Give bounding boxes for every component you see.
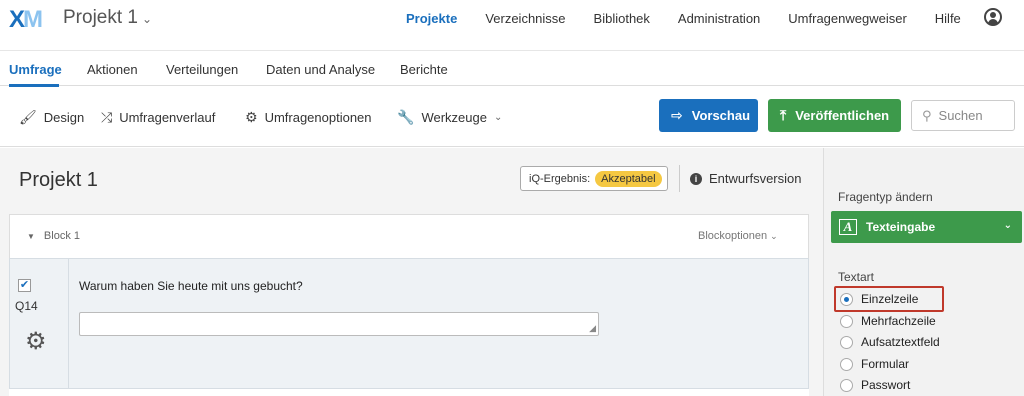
question-type-dropdown[interactable]: A Texteingabe ⌄ — [831, 211, 1022, 243]
block-name: Block 1 — [43, 230, 80, 242]
tab-berichte[interactable]: Berichte — [400, 62, 448, 77]
survey-title[interactable]: Projekt 1 — [19, 169, 98, 192]
flow-label: Umfragenverlauf — [119, 110, 216, 125]
question-text[interactable]: Warum haben Sie heute mit uns gebucht? — [79, 279, 303, 293]
question-number: Q14 — [15, 299, 38, 313]
gear-icon[interactable]: ⚙ — [25, 327, 47, 356]
wrench-icon: 🔧 — [397, 109, 415, 125]
main-nav: Projekte Verzeichnisse Bibliothek Admini… — [406, 11, 989, 26]
question-sidebar — [9, 258, 69, 389]
radio-mehrfachzeile[interactable]: Mehrfachzeile — [840, 314, 936, 328]
publish-icon: ⤒ — [780, 107, 787, 123]
block-options-label: Blockoptionen — [698, 230, 768, 242]
resize-grip-icon[interactable]: ◢ — [589, 323, 596, 334]
options-label: Umfragenoptionen — [264, 110, 372, 125]
radio-formular[interactable]: Formular — [840, 357, 909, 371]
nav-verzeichnisse[interactable]: Verzeichnisse — [485, 11, 565, 26]
chevron-down-icon: ⌄ — [493, 112, 503, 123]
search-input[interactable]: ⚲ Suchen — [911, 100, 1015, 131]
radio-aufsatztextfeld[interactable]: Aufsatztextfeld — [840, 335, 940, 349]
radio-button[interactable] — [840, 378, 853, 392]
top-bar: XM Projekt 1 ⌄ Projekte Verzeichnisse Bib… — [0, 0, 1024, 38]
nav-umfragenwegweiser[interactable]: Umfragenwegweiser — [788, 11, 907, 26]
radio-passwort[interactable]: Passwort — [840, 378, 910, 392]
survey-flow-button[interactable]: ⤮ Umfragenverlauf — [101, 109, 215, 126]
project-switcher[interactable]: Projekt 1 ⌄ — [63, 7, 152, 29]
nav-bibliothek[interactable]: Bibliothek — [594, 11, 650, 26]
radio-button[interactable] — [840, 357, 853, 371]
preview-label: Vorschau — [691, 108, 751, 123]
chevron-down-icon: ⌄ — [770, 231, 778, 241]
nav-hilfe[interactable]: Hilfe — [935, 11, 961, 26]
tools-dropdown[interactable]: 🔧 Werkzeuge ⌄ — [397, 109, 502, 126]
radio-button[interactable] — [840, 314, 853, 328]
project-title: Projekt 1 — [63, 7, 138, 28]
question-select-checkbox[interactable]: ✔ — [18, 279, 31, 292]
divider — [679, 165, 680, 192]
draft-label: Entwurfsversion — [709, 171, 802, 186]
text-entry-icon: A — [839, 219, 857, 235]
paintbrush-icon: 🖌 — [19, 109, 37, 125]
preview-icon: ⇨ — [671, 107, 683, 123]
search-icon: ⚲ — [922, 107, 932, 123]
preview-button[interactable]: ⇨ Vorschau — [659, 99, 758, 132]
tab-umfrage[interactable]: Umfrage — [9, 62, 62, 77]
gear-icon: ⚙ — [245, 109, 258, 125]
publish-label: Veröffentlichen — [795, 108, 890, 123]
radio-label: Formular — [861, 357, 910, 371]
question-type-label: Texteingabe — [866, 220, 936, 234]
design-button[interactable]: 🖌 Design — [19, 109, 84, 126]
block-options-dropdown[interactable]: Blockoptionen ⌄ — [698, 230, 778, 242]
block-footer — [9, 389, 809, 396]
text-entry-field[interactable]: ◢ — [79, 312, 599, 336]
tools-label: Werkzeuge — [421, 110, 487, 125]
tab-aktionen[interactable]: Aktionen — [87, 62, 138, 77]
highlight-box — [834, 286, 944, 312]
logo-x: X — [9, 6, 25, 33]
user-account-icon[interactable] — [984, 8, 1002, 26]
collapse-triangle-icon[interactable]: ▼ — [27, 232, 35, 241]
publish-button[interactable]: ⤒ Veröffentlichen — [768, 99, 901, 132]
tab-verteilungen[interactable]: Verteilungen — [166, 62, 238, 77]
change-type-label: Fragentyp ändern — [838, 190, 933, 204]
tab-bar: Umfrage Aktionen Verteilungen Daten und … — [0, 50, 1024, 87]
nav-projekte[interactable]: Projekte — [406, 11, 457, 26]
search-placeholder: Suchen — [938, 108, 983, 123]
textart-label: Textart — [838, 270, 875, 284]
survey-options-button[interactable]: ⚙ Umfragenoptionen — [245, 109, 372, 126]
radio-label: Mehrfachzeile — [861, 314, 936, 328]
xm-logo[interactable]: XM — [9, 6, 43, 34]
iq-score[interactable]: iQ-Ergebnis: Akzeptabel — [520, 166, 668, 191]
nav-administration[interactable]: Administration — [678, 11, 760, 26]
radio-label: Passwort — [861, 378, 911, 392]
chevron-down-icon: ⌄ — [1003, 220, 1012, 231]
iq-label: iQ-Ergebnis: — [529, 172, 591, 185]
chevron-down-icon: ⌄ — [141, 12, 153, 26]
design-label: Design — [43, 110, 85, 125]
radio-button[interactable] — [840, 335, 853, 349]
radio-label: Aufsatztextfeld — [861, 335, 940, 349]
editor-toolbar: 🖌 Design ⤮ Umfragenverlauf ⚙ Umfragenoption… — [0, 87, 1024, 147]
info-icon: i — [690, 172, 702, 185]
flow-icon: ⤮ — [101, 109, 113, 125]
draft-version[interactable]: i Entwurfsversion — [690, 171, 801, 186]
block-header[interactable]: ▼ Block 1 — [27, 230, 80, 242]
iq-badge: Akzeptabel — [595, 170, 662, 187]
tab-daten-und-analyse[interactable]: Daten und Analyse — [266, 62, 375, 77]
logo-m: M — [23, 6, 43, 33]
